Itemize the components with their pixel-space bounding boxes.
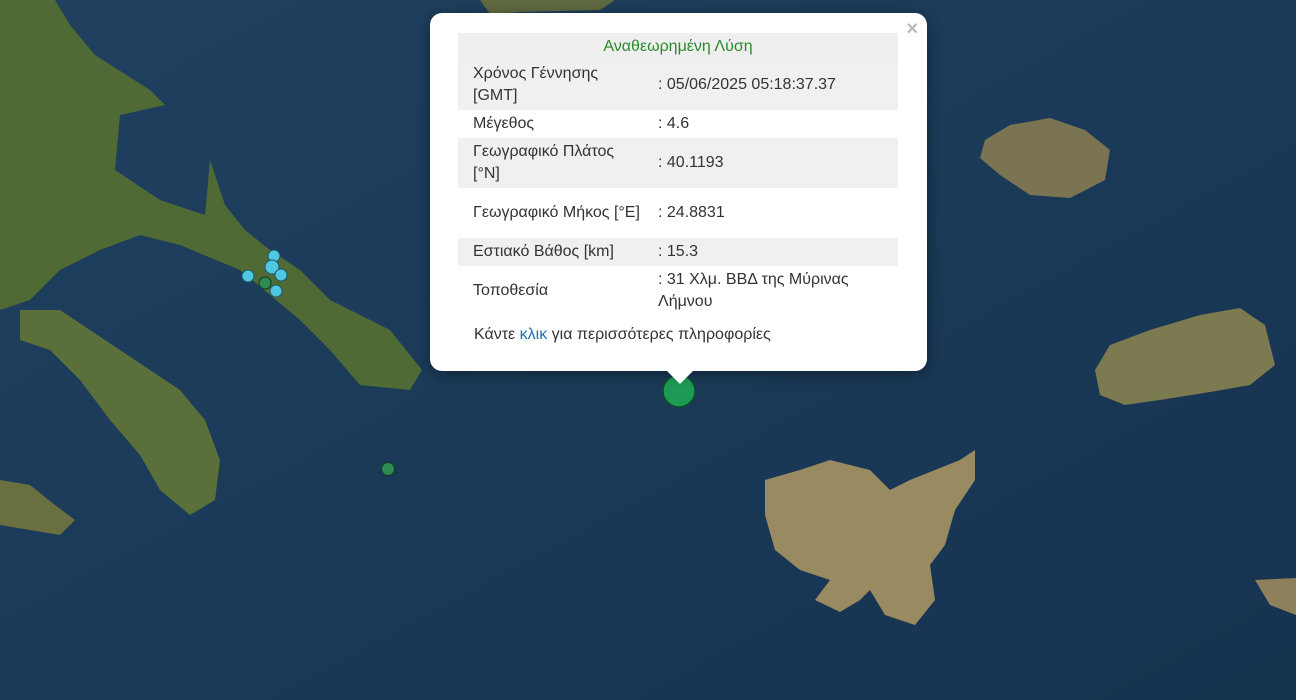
row-label: Μέγεθος [473, 115, 535, 132]
popup-title: Αναθεωρημένη Λύση [458, 33, 898, 60]
event-marker-recent[interactable] [241, 269, 255, 283]
row-label: Χρόνος Γέννησης [GMT] [458, 60, 658, 110]
event-marker-recent[interactable] [269, 284, 283, 298]
more-info-link[interactable]: κλικ [520, 326, 548, 343]
table-row: Γεωγραφικό Πλάτος [°N] : 40.1193 [458, 138, 898, 188]
row-label: Εστιακό Βάθος [km] [458, 238, 658, 266]
table-row: Μέγεθος : 4.6 [458, 110, 898, 138]
popup-title-row: Αναθεωρημένη Λύση [458, 33, 898, 60]
row-value: : 05/06/2025 05:18:37.37 [658, 60, 898, 110]
row-label: Γεωγραφικό Πλάτος [°N] [458, 138, 658, 188]
event-info-table: Αναθεωρημένη Λύση Χρόνος Γέννησης [GMT] … [458, 33, 898, 316]
event-popup: × Αναθεωρημένη Λύση Χρόνος Γέννησης [GMT… [430, 13, 927, 371]
table-row: Γεωγραφικό Μήκος [°E] : 24.8831 [458, 188, 898, 238]
more-info-prefix: Κάντε [474, 326, 516, 343]
row-label: Γεωγραφικό Μήκος [°E] [473, 204, 640, 221]
close-icon[interactable]: × [906, 19, 918, 39]
popup-tip [666, 370, 694, 384]
row-value: : 31 Χλμ. ΒΒΔ της Μύρινας Λήμνου [658, 271, 849, 310]
more-info-suffix: για περισσότερες πληροφορίες [551, 326, 771, 343]
row-value: : 15.3 [658, 238, 898, 266]
table-row: Τοποθεσία : 31 Χλμ. ΒΒΔ της Μύρινας Λήμν… [458, 266, 898, 316]
row-value: : 40.1193 [658, 138, 898, 188]
row-label: Τοποθεσία [473, 282, 549, 299]
event-marker-older[interactable] [381, 462, 395, 476]
table-row: Χρόνος Γέννησης [GMT] : 05/06/2025 05:18… [458, 60, 898, 110]
row-value: : 4.6 [658, 115, 690, 132]
event-marker-recent[interactable] [274, 268, 288, 282]
more-info-line: Κάντε κλικ για περισσότερες πληροφορίες [474, 326, 771, 344]
event-marker-older[interactable] [258, 276, 272, 290]
table-row: Εστιακό Βάθος [km] : 15.3 [458, 238, 898, 266]
row-value: : 24.8831 [658, 204, 725, 221]
